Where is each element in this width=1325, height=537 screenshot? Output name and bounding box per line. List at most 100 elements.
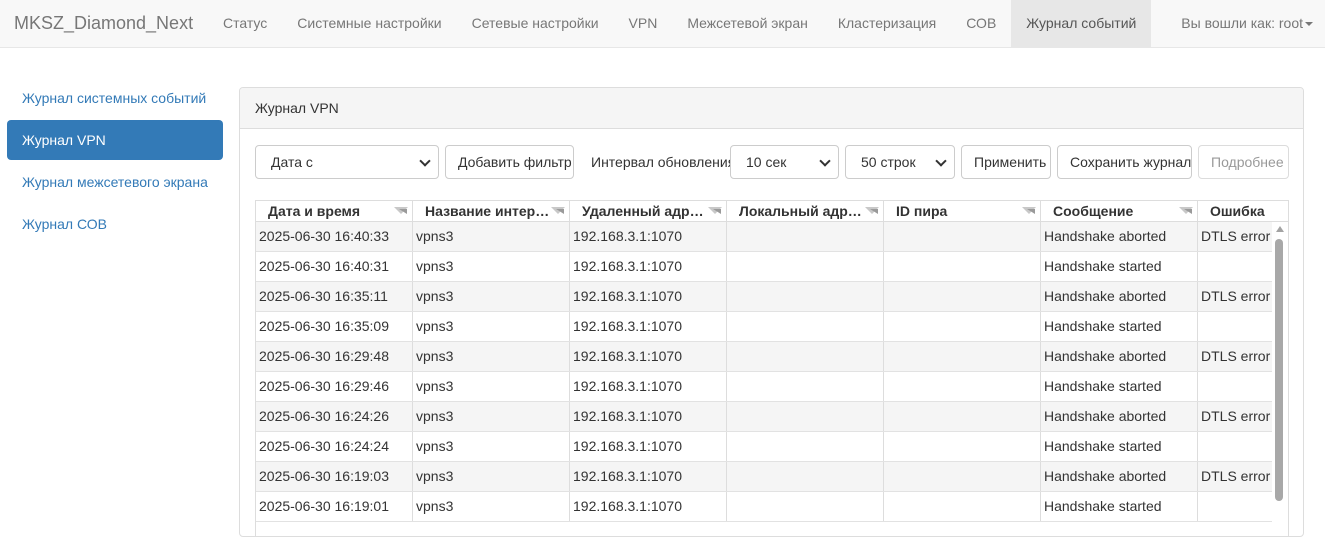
cell-peer-id bbox=[884, 492, 1041, 521]
cell-peer-id bbox=[884, 252, 1041, 281]
cell-local-address bbox=[727, 282, 884, 311]
table-row[interactable]: 2025-06-30 16:29:48 vpns3 192.168.3.1:10… bbox=[256, 342, 1274, 372]
brand-logo[interactable]: MKSZ_Diamond_Next bbox=[14, 0, 193, 47]
sort-icon bbox=[865, 207, 879, 214]
sidebar-item-ids-log[interactable]: Журнал СОВ bbox=[7, 204, 223, 244]
table-row[interactable]: 2025-06-30 16:29:46 vpns3 192.168.3.1:10… bbox=[256, 372, 1274, 402]
nav-item-firewall[interactable]: Межсетевой экран bbox=[672, 0, 823, 47]
cell-datetime: 2025-06-30 16:29:46 bbox=[256, 372, 413, 401]
cell-interface: vpns3 bbox=[413, 462, 570, 491]
nav-item-event-log[interactable]: Журнал событий bbox=[1011, 0, 1152, 47]
log-table: Дата и время Название интер… Удаленный а… bbox=[255, 200, 1289, 536]
table-row[interactable]: 2025-06-30 16:35:09 vpns3 192.168.3.1:10… bbox=[256, 312, 1274, 342]
cell-remote-address: 192.168.3.1:1070 bbox=[570, 432, 727, 461]
table-body: 2025-06-30 16:40:33 vpns3 192.168.3.1:10… bbox=[256, 222, 1274, 522]
cell-datetime: 2025-06-30 16:35:09 bbox=[256, 312, 413, 341]
cell-datetime: 2025-06-30 16:29:48 bbox=[256, 342, 413, 371]
scroll-up-arrow-icon[interactable] bbox=[1276, 226, 1284, 232]
cell-remote-address: 192.168.3.1:1070 bbox=[570, 402, 727, 431]
rows-per-page-select[interactable]: 50 строк bbox=[845, 145, 955, 179]
top-navbar: MKSZ_Diamond_Next Статус Системные настр… bbox=[0, 0, 1325, 48]
nav-item-network-settings[interactable]: Сетевые настройки bbox=[457, 0, 614, 47]
chevron-down-icon bbox=[935, 155, 947, 167]
cell-peer-id bbox=[884, 282, 1041, 311]
add-filter-button[interactable]: Добавить фильтр bbox=[445, 145, 574, 179]
cell-peer-id bbox=[884, 462, 1041, 491]
cell-message: Handshake started bbox=[1041, 252, 1198, 281]
cell-remote-address: 192.168.3.1:1070 bbox=[570, 252, 727, 281]
cell-local-address bbox=[727, 462, 884, 491]
cell-interface: vpns3 bbox=[413, 372, 570, 401]
sort-icon bbox=[1179, 207, 1193, 214]
column-header-local-address[interactable]: Локальный адр… bbox=[727, 201, 884, 221]
table-row[interactable]: 2025-06-30 16:24:24 vpns3 192.168.3.1:10… bbox=[256, 432, 1274, 462]
cell-message: Handshake aborted bbox=[1041, 342, 1198, 371]
table-row[interactable]: 2025-06-30 16:19:03 vpns3 192.168.3.1:10… bbox=[256, 462, 1274, 492]
refresh-interval-select[interactable]: 10 сек bbox=[730, 145, 839, 179]
scrollbar-thumb[interactable] bbox=[1275, 239, 1283, 501]
date-from-select-value: Дата с bbox=[271, 154, 313, 170]
cell-local-address bbox=[727, 252, 884, 281]
column-header-remote-address[interactable]: Удаленный адр… bbox=[570, 201, 727, 221]
column-header-error[interactable]: Ошибка bbox=[1198, 201, 1288, 221]
date-from-select[interactable]: Дата с bbox=[255, 145, 439, 179]
column-header-interface[interactable]: Название интер… bbox=[413, 201, 570, 221]
table-row[interactable]: 2025-06-30 16:35:11 vpns3 192.168.3.1:10… bbox=[256, 282, 1274, 312]
chevron-down-icon bbox=[419, 155, 431, 167]
cell-message: Handshake started bbox=[1041, 312, 1198, 341]
column-header-message[interactable]: Сообщение bbox=[1041, 201, 1198, 221]
nav-item-system-settings[interactable]: Системные настройки bbox=[282, 0, 456, 47]
cell-interface: vpns3 bbox=[413, 282, 570, 311]
column-header-peer-id[interactable]: ID пира bbox=[884, 201, 1041, 221]
table-row[interactable]: 2025-06-30 16:40:31 vpns3 192.168.3.1:10… bbox=[256, 252, 1274, 282]
cell-error: DTLS error bbox=[1201, 468, 1271, 484]
column-header-datetime[interactable]: Дата и время bbox=[256, 201, 413, 221]
cell-peer-id bbox=[884, 432, 1041, 461]
sort-icon bbox=[551, 207, 565, 214]
sidebar-item-system-log[interactable]: Журнал системных событий bbox=[7, 78, 223, 118]
save-log-button[interactable]: Сохранить журнал bbox=[1057, 145, 1192, 179]
cell-interface: vpns3 bbox=[413, 312, 570, 341]
cell-error: DTLS error bbox=[1201, 288, 1271, 304]
cell-remote-address: 192.168.3.1:1070 bbox=[570, 342, 727, 371]
cell-remote-address: 192.168.3.1:1070 bbox=[570, 372, 727, 401]
cell-remote-address: 192.168.3.1:1070 bbox=[570, 312, 727, 341]
nav-item-clustering[interactable]: Кластеризация bbox=[823, 0, 951, 47]
nav-item-ids[interactable]: СОВ bbox=[951, 0, 1011, 47]
cell-datetime: 2025-06-30 16:40:33 bbox=[256, 222, 413, 251]
details-button[interactable]: Подробнее bbox=[1198, 145, 1289, 179]
refresh-interval-label: Интервал обновления bbox=[591, 154, 730, 170]
cell-interface: vpns3 bbox=[413, 492, 570, 521]
cell-interface: vpns3 bbox=[413, 402, 570, 431]
sidebar-item-vpn-log[interactable]: Журнал VPN bbox=[7, 120, 223, 160]
table-row[interactable]: 2025-06-30 16:19:01 vpns3 192.168.3.1:10… bbox=[256, 492, 1274, 522]
cell-message: Handshake aborted bbox=[1041, 402, 1198, 431]
user-menu[interactable]: Вы вошли как: root bbox=[1181, 0, 1313, 47]
sidebar-item-firewall-log[interactable]: Журнал межсетевого экрана bbox=[7, 162, 223, 202]
cell-interface: vpns3 bbox=[413, 432, 570, 461]
cell-remote-address: 192.168.3.1:1070 bbox=[570, 222, 727, 251]
sort-icon bbox=[708, 207, 722, 214]
sidebar: Журнал системных событий Журнал VPN Журн… bbox=[7, 78, 223, 246]
cell-message: Handshake started bbox=[1041, 372, 1198, 401]
cell-datetime: 2025-06-30 16:19:01 bbox=[256, 492, 413, 521]
cell-datetime: 2025-06-30 16:19:03 bbox=[256, 462, 413, 491]
cell-message: Handshake started bbox=[1041, 432, 1198, 461]
cell-local-address bbox=[727, 222, 884, 251]
table-row[interactable]: 2025-06-30 16:40:33 vpns3 192.168.3.1:10… bbox=[256, 222, 1274, 252]
cell-remote-address: 192.168.3.1:1070 bbox=[570, 492, 727, 521]
caret-down-icon bbox=[1305, 22, 1313, 27]
cell-interface: vpns3 bbox=[413, 222, 570, 251]
nav-item-status[interactable]: Статус bbox=[208, 0, 282, 47]
cell-error bbox=[1198, 432, 1274, 461]
apply-button[interactable]: Применить bbox=[961, 145, 1051, 179]
nav-item-vpn[interactable]: VPN bbox=[614, 0, 673, 47]
table-row[interactable]: 2025-06-30 16:24:26 vpns3 192.168.3.1:10… bbox=[256, 402, 1274, 432]
cell-datetime: 2025-06-30 16:35:11 bbox=[256, 282, 413, 311]
cell-datetime: 2025-06-30 16:40:31 bbox=[256, 252, 413, 281]
table-scrollbar[interactable] bbox=[1272, 222, 1288, 536]
vpn-log-panel: Журнал VPN Дата с Добавить фильтр Интерв… bbox=[239, 87, 1304, 537]
cell-local-address bbox=[727, 402, 884, 431]
cell-error bbox=[1198, 252, 1274, 281]
cell-peer-id bbox=[884, 342, 1041, 371]
